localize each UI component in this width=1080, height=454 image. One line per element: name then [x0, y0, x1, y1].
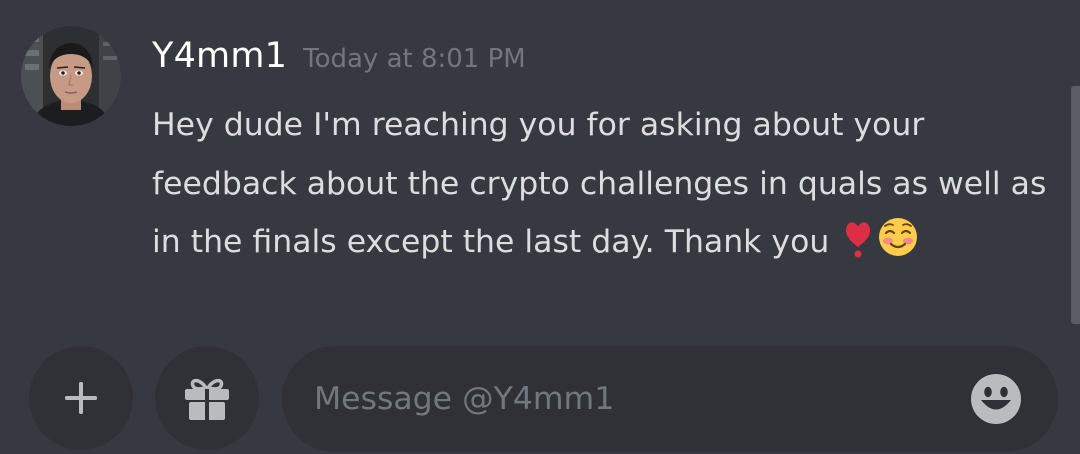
message-content: Hey dude I'm reaching you for asking abo… [152, 96, 1052, 278]
gift-button[interactable] [155, 346, 259, 450]
message-timestamp: Today at 8:01 PM [303, 44, 526, 74]
add-attachment-button[interactable] [29, 346, 133, 450]
heavy-heart-exclamation-emoji [843, 218, 873, 278]
author-name[interactable]: Y4mm1 [152, 36, 287, 76]
avatar-photo [21, 26, 121, 126]
message-input-container [282, 346, 1058, 452]
avatar[interactable] [21, 26, 121, 126]
plus-icon [65, 382, 97, 414]
message-group: Y4mm1 Today at 8:01 PM Hey dude I'm reac… [0, 0, 1080, 330]
message-composer [0, 330, 1080, 454]
smiling-face-emoji [877, 216, 919, 278]
gift-icon [185, 378, 229, 420]
message-header: Y4mm1 Today at 8:01 PM [152, 36, 526, 76]
smiley-icon [971, 374, 1021, 424]
emoji-picker-button[interactable] [970, 373, 1022, 425]
scrollbar[interactable] [1071, 86, 1080, 324]
message-input[interactable] [314, 346, 934, 452]
